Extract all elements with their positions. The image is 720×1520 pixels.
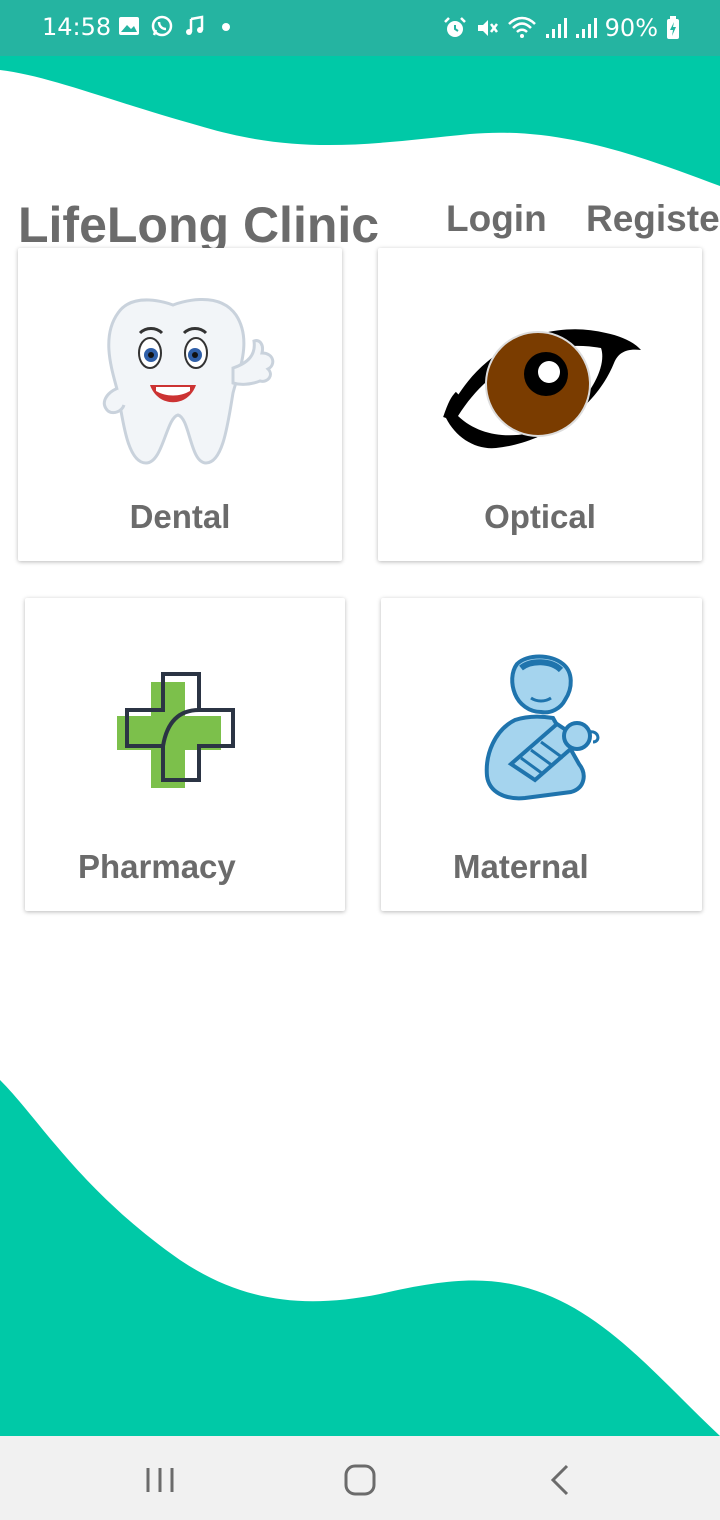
pharmacy-cross-icon [117,672,235,788]
music-icon [186,15,204,35]
optical-label: Optical [484,498,596,535]
tooth-icon [102,297,275,465]
eye-icon [443,329,641,449]
bottom-wave-decoration [0,1080,720,1440]
login-link[interactable]: Login [446,198,547,240]
signal-icon [575,18,597,38]
recent-apps-icon[interactable] [140,1460,180,1500]
battery-charging-icon [667,16,679,39]
optical-card[interactable]: Optical [378,248,702,561]
alarm-icon [443,17,466,37]
maternal-card[interactable]: Maternal [381,598,702,911]
image-icon [119,17,139,35]
battery-percentage: 90% [604,14,658,42]
pharmacy-label: Pharmacy [78,848,236,885]
app-title: LifeLong Clinic [18,197,380,253]
pharmacy-card[interactable]: Pharmacy [25,598,345,911]
signal-icon [545,18,567,38]
wifi-icon [507,16,536,38]
status-right-icons: 90% [443,14,680,42]
dental-label: Dental [129,498,231,535]
register-link[interactable]: Registe [586,198,720,240]
back-icon[interactable] [541,1460,581,1500]
whatsapp-icon [151,15,173,37]
status-time: 14:58 [42,13,112,41]
home-icon[interactable] [340,1460,380,1500]
status-bar: 14:58 90% [0,0,720,56]
dot-icon [222,23,230,31]
mute-icon [477,20,498,36]
status-left-icons [118,14,236,38]
app-header: LifeLong Clinic Login Registe [0,190,720,253]
dental-card[interactable]: Dental [18,248,342,561]
mother-baby-icon [484,654,600,801]
maternal-label: Maternal [453,848,589,885]
system-navigation-bar [0,1436,720,1520]
top-wave-decoration [0,56,720,186]
